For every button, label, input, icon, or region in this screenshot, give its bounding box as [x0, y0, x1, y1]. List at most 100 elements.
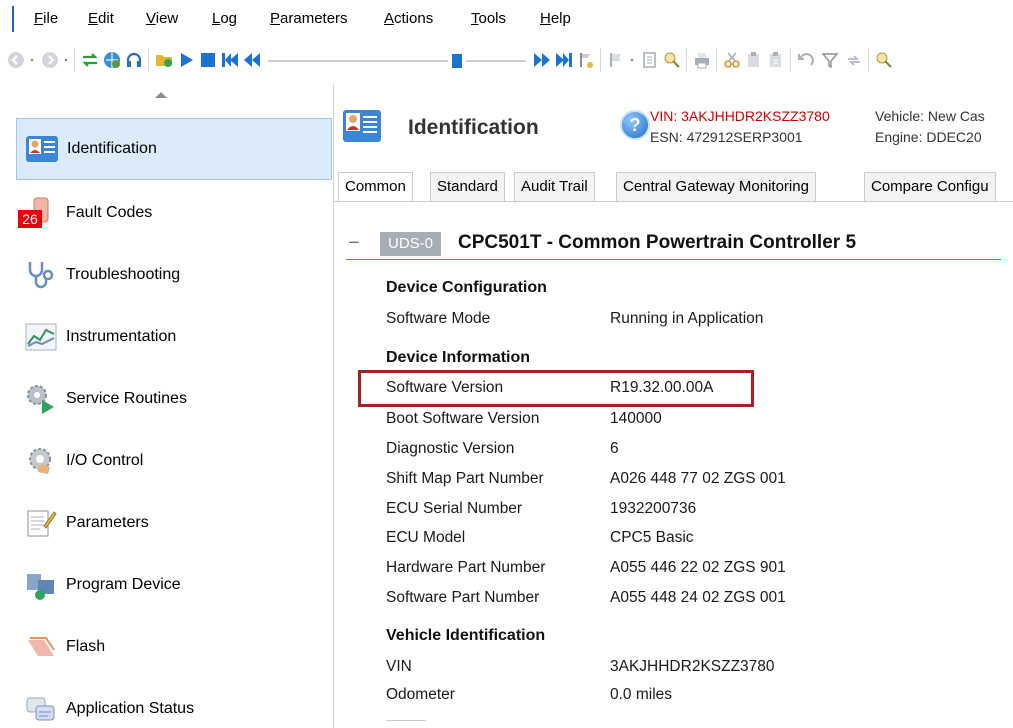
page-title: Identification	[408, 116, 539, 139]
collapse-up-icon[interactable]	[155, 92, 167, 98]
device-protocol-tag: UDS-0	[380, 232, 442, 256]
headset-icon[interactable]	[124, 50, 144, 70]
menu-file[interactable]: File	[34, 10, 58, 27]
prop-value: 1932200736	[610, 500, 697, 517]
tab-common[interactable]: Common	[338, 172, 413, 201]
notepad-pencil-icon	[24, 506, 58, 540]
sidebar-item-flash[interactable]: Flash	[16, 616, 332, 678]
cut-icon[interactable]	[722, 50, 742, 70]
skip-start-icon[interactable]	[220, 50, 240, 70]
toolbar-separator	[868, 48, 869, 72]
tab-standard[interactable]: Standard	[430, 172, 505, 201]
tab-bar: Common Standard Audit Trail Central Gate…	[334, 168, 1013, 202]
group-vehicle-identification: Vehicle Identification	[386, 627, 546, 644]
chart-icon	[24, 320, 58, 354]
menu-log[interactable]: Log	[212, 10, 237, 27]
copy-icon[interactable]	[640, 50, 660, 70]
sidebar-item-application-status[interactable]: Application Status	[16, 678, 332, 728]
filter-icon[interactable]	[820, 50, 840, 70]
toolbar	[0, 34, 1013, 84]
search-icon[interactable]	[874, 50, 894, 70]
sidebar-item-parameters[interactable]: Parameters	[16, 492, 332, 554]
marker-icon[interactable]	[576, 50, 596, 70]
tab-compare-configuration[interactable]: Compare Configu	[864, 172, 996, 201]
connect-icon[interactable]	[80, 50, 100, 70]
menu-actions[interactable]: Actions	[384, 10, 433, 27]
tab-central-gateway-monitoring[interactable]: Central Gateway Monitoring	[616, 172, 816, 201]
toolbar-separator	[148, 48, 149, 72]
flag-dropdown-icon[interactable]	[628, 50, 636, 70]
sidebar-item-fault-codes[interactable]: Fault Codes	[16, 182, 332, 244]
prop-value: 0.0 miles	[610, 686, 673, 703]
prop-value: 3AKJHHDR2KSZZ3780	[610, 658, 775, 675]
play-icon[interactable]	[176, 50, 196, 70]
forward-dropdown-icon[interactable]	[62, 50, 70, 70]
menu-help[interactable]: Help	[540, 10, 571, 27]
stop-icon[interactable]	[198, 50, 218, 70]
prop-value: A055 448 24 02 ZGS 001	[610, 589, 786, 606]
sidebar-item-label: Fault Codes	[66, 204, 153, 221]
gear-hand-icon	[24, 444, 58, 478]
toolbar-separator	[790, 48, 791, 72]
print-icon[interactable]	[692, 50, 712, 70]
prop-value: Running in Application	[610, 310, 764, 327]
device-section-header: − UDS-0 CPC501T - Common Powertrain Cont…	[346, 228, 1001, 260]
sidebar-item-i-o-control[interactable]: I/O Control	[16, 430, 332, 492]
back-dropdown-icon[interactable]	[28, 50, 36, 70]
stethoscope-icon	[24, 258, 58, 292]
help-icon[interactable]: ?	[620, 110, 650, 140]
find-icon[interactable]	[662, 50, 682, 70]
navigation-sidebar: Identification Fault Codes 26 Troubleshooti…	[0, 84, 334, 728]
id-card-icon	[342, 108, 382, 144]
timeline-slider-thumb[interactable]	[452, 54, 462, 68]
skip-end-icon[interactable]	[554, 50, 574, 70]
sidebar-item-label: Identification	[67, 140, 157, 157]
prop-label: Software Part Number	[386, 589, 540, 606]
toolbar-separator	[716, 48, 717, 72]
globe-icon[interactable]	[102, 50, 122, 70]
sidebar-item-label: Service Routines	[66, 390, 187, 407]
id-card-icon	[25, 132, 59, 166]
rewind-icon[interactable]	[242, 50, 262, 70]
sidebar-item-label: Instrumentation	[66, 328, 177, 345]
sidebar-item-instrumentation[interactable]: Instrumentation	[16, 306, 332, 368]
menu-view[interactable]: View	[146, 10, 178, 27]
refresh-icon[interactable]	[844, 50, 864, 70]
sidebar-item-identification[interactable]: Identification	[16, 118, 332, 180]
paste-special-icon[interactable]	[766, 50, 786, 70]
group-device-information: Device Information	[386, 349, 531, 366]
prop-label: Shift Map Part Number	[386, 470, 544, 487]
timeline-slider-track[interactable]	[268, 60, 448, 62]
prop-label: ECU Model	[386, 529, 466, 546]
menu-tools[interactable]: Tools	[471, 10, 506, 27]
sidebar-item-label: Application Status	[66, 700, 195, 717]
prop-label: VIN	[386, 658, 412, 675]
folder-icon[interactable]	[154, 50, 174, 70]
back-icon[interactable]	[6, 50, 26, 70]
forward-icon[interactable]	[40, 50, 60, 70]
group-device-configuration: Device Configuration	[386, 279, 547, 296]
window-edge-accent	[12, 6, 14, 32]
toolbar-separator	[686, 48, 687, 72]
menu-parameters[interactable]: Parameters	[270, 10, 348, 27]
menu-edit[interactable]: Edit	[88, 10, 114, 27]
tab-audit-trail[interactable]: Audit Trail	[514, 172, 595, 201]
collapse-section-icon[interactable]: −	[348, 232, 360, 255]
sidebar-item-label: Troubleshooting	[66, 266, 181, 283]
prop-value: A026 448 77 02 ZGS 001	[610, 470, 786, 487]
application-status-icon	[24, 692, 58, 726]
sidebar-item-troubleshooting[interactable]: Troubleshooting	[16, 244, 332, 306]
paste-icon[interactable]	[744, 50, 764, 70]
prop-label: Diagnostic Version	[386, 440, 515, 457]
sidebar-item-service-routines[interactable]: Service Routines	[16, 368, 332, 430]
timeline-slider-track-right[interactable]	[466, 60, 526, 62]
sidebar-item-program-device[interactable]: Program Device	[16, 554, 332, 616]
prop-label: ECU Serial Number	[386, 500, 523, 517]
more-rows-indicator	[386, 720, 426, 728]
undo-icon[interactable]	[796, 50, 816, 70]
fast-forward-icon[interactable]	[532, 50, 552, 70]
device-title: CPC501T - Common Powertrain Controller 5	[458, 232, 857, 253]
sidebar-item-label: Flash	[66, 638, 106, 655]
flag-icon[interactable]	[606, 50, 626, 70]
flash-icon	[24, 630, 58, 664]
